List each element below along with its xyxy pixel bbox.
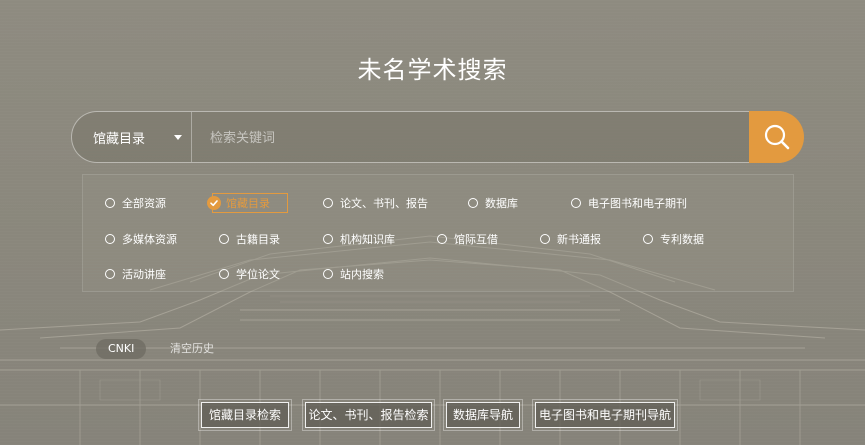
radio-icon (219, 269, 229, 279)
option-all-resources[interactable]: 全部资源 (105, 193, 166, 213)
catalog-search-link[interactable]: 馆藏目录检索 (198, 399, 292, 431)
option-label: 站内搜索 (340, 268, 384, 281)
papers-search-link[interactable]: 论文、书刊、报告检索 (302, 399, 435, 431)
option-label: 全部资源 (122, 197, 166, 210)
database-nav-link[interactable]: 数据库导航 (443, 399, 523, 431)
radio-icon (323, 234, 333, 244)
option-label: 馆藏目录 (226, 197, 270, 210)
option-label: 馆际互借 (454, 233, 498, 246)
option-label: 专利数据 (660, 233, 704, 246)
option-label: 机构知识库 (340, 233, 395, 246)
radio-icon (643, 234, 653, 244)
radio-icon (105, 198, 115, 208)
option-label: 活动讲座 (122, 268, 166, 281)
search-input[interactable] (208, 125, 742, 151)
option-label: 新书通报 (557, 233, 601, 246)
option-ancient-books[interactable]: 古籍目录 (219, 229, 280, 249)
option-multimedia[interactable]: 多媒体资源 (105, 229, 177, 249)
radio-icon (323, 198, 333, 208)
option-interlibrary-loan[interactable]: 馆际互借 (437, 229, 498, 249)
option-site-search[interactable]: 站内搜索 (323, 264, 384, 284)
option-catalog[interactable]: 馆藏目录 (207, 193, 288, 213)
option-theses[interactable]: 学位论文 (219, 264, 280, 284)
radio-icon (323, 269, 333, 279)
option-label: 电子图书和电子期刊 (588, 197, 687, 210)
page-title: 未名学术搜索 (357, 56, 508, 84)
option-label: 论文、书刊、报告 (340, 197, 428, 210)
search-scope-select[interactable]: 馆藏目录 (72, 112, 192, 162)
search-scope-label: 馆藏目录 (93, 131, 146, 147)
radio-icon (437, 234, 447, 244)
search-icon (764, 124, 789, 150)
option-databases[interactable]: 数据库 (468, 193, 518, 213)
radio-icon (219, 234, 229, 244)
history-chip-cnki[interactable]: CNKI (96, 339, 147, 359)
option-new-books[interactable]: 新书通报 (540, 229, 601, 249)
check-icon (207, 196, 221, 210)
option-lectures[interactable]: 活动讲座 (105, 264, 166, 284)
radio-icon (540, 234, 550, 244)
clear-history-link[interactable]: 清空历史 (170, 339, 214, 359)
search-button[interactable] (749, 111, 804, 163)
option-papers-books-reports[interactable]: 论文、书刊、报告 (323, 193, 428, 213)
option-label: 古籍目录 (236, 233, 280, 246)
search-divider (191, 112, 192, 162)
option-label: 数据库 (485, 197, 518, 210)
option-ebooks-ejournals[interactable]: 电子图书和电子期刊 (571, 193, 687, 213)
ebooks-nav-link[interactable]: 电子图书和电子期刊导航 (532, 399, 678, 431)
radio-icon (105, 269, 115, 279)
radio-icon (468, 198, 478, 208)
option-label: 多媒体资源 (122, 233, 177, 246)
radio-icon (105, 234, 115, 244)
option-institutional-repository[interactable]: 机构知识库 (323, 229, 395, 249)
caret-down-icon (174, 135, 182, 140)
radio-icon (571, 198, 581, 208)
option-patents[interactable]: 专利数据 (643, 229, 704, 249)
search-bar: 馆藏目录 (71, 111, 804, 163)
option-label: 学位论文 (236, 268, 280, 281)
